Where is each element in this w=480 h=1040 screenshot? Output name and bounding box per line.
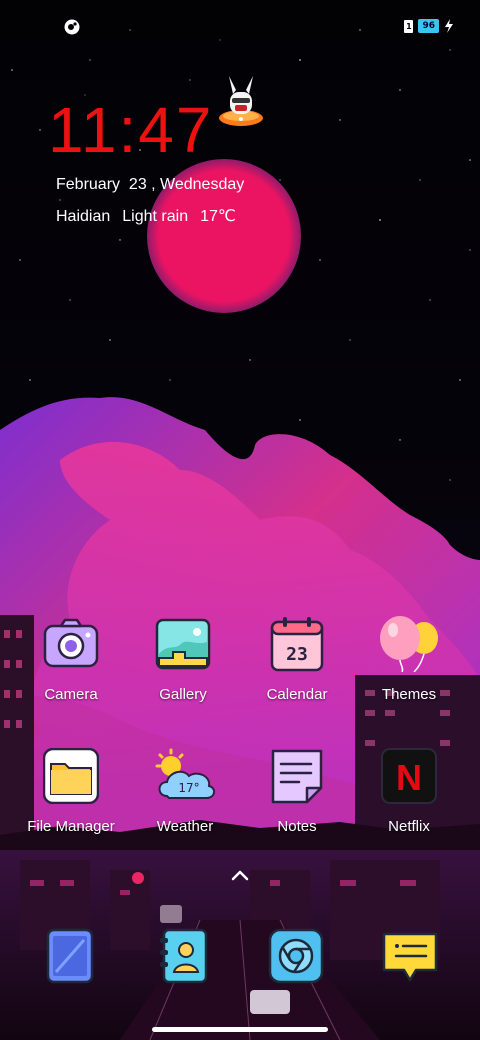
balloons-icon	[380, 616, 438, 673]
temperature-label: 17℃	[200, 208, 236, 225]
weather-icon-temp: 17°	[178, 781, 199, 795]
notification-app-icon	[64, 19, 80, 35]
dock-tablet-icon[interactable]	[42, 928, 98, 984]
location-label: Haidian	[56, 208, 111, 225]
app-label: Camera	[44, 686, 98, 703]
condition-label: Light rain	[122, 208, 189, 225]
app-weather[interactable]: 17° Weather	[130, 748, 240, 837]
battery-icon: 96	[418, 19, 439, 33]
weather-summary: Haidian Light rain 17℃	[56, 207, 236, 227]
dock-contacts-icon[interactable]	[156, 928, 212, 984]
gallery-icon	[155, 618, 211, 670]
camera-icon	[43, 618, 99, 668]
app-camera[interactable]: Camera	[16, 616, 126, 705]
dock-browser-icon[interactable]	[268, 928, 324, 984]
folder-icon	[42, 747, 100, 805]
app-gallery[interactable]: Gallery	[128, 616, 238, 705]
app-label: Calendar	[266, 686, 328, 703]
mi-bunny-mascot-icon	[219, 76, 263, 126]
calendar-day: 23	[286, 644, 308, 665]
sim-card-icon: 1	[404, 19, 414, 33]
clock-time[interactable]: 11:47	[48, 92, 213, 168]
home-indicator[interactable]	[152, 1027, 328, 1032]
netflix-letter: N	[396, 757, 422, 798]
app-label: Weather	[156, 818, 214, 835]
status-bar: 1 96	[0, 0, 480, 52]
app-file-manager[interactable]: File Manager	[16, 747, 126, 837]
date-label: February 23 , Wednesday	[56, 176, 245, 193]
weather-icon: 17°	[155, 748, 215, 799]
app-themes[interactable]: Themes	[354, 616, 464, 705]
app-notes[interactable]: Notes	[242, 748, 352, 837]
netflix-icon: N	[381, 748, 437, 804]
battery-level: 96	[422, 21, 435, 31]
app-label: Themes	[381, 686, 437, 703]
app-label: File Manager	[27, 818, 115, 835]
app-drawer-chevron-up-icon[interactable]	[230, 868, 250, 882]
app-netflix[interactable]: N Netflix	[354, 748, 464, 837]
charging-bolt-icon	[445, 19, 453, 33]
notes-icon	[271, 749, 323, 804]
calendar-icon: 23	[270, 617, 324, 672]
app-calendar[interactable]: 23 Calendar	[242, 616, 352, 705]
sim-label: 1	[406, 21, 412, 31]
dock-messages-icon[interactable]	[382, 930, 438, 986]
app-label: Netflix	[388, 818, 430, 835]
status-indicators: 1 96	[404, 19, 454, 33]
app-label: Notes	[277, 818, 317, 835]
app-label: Gallery	[159, 686, 207, 703]
